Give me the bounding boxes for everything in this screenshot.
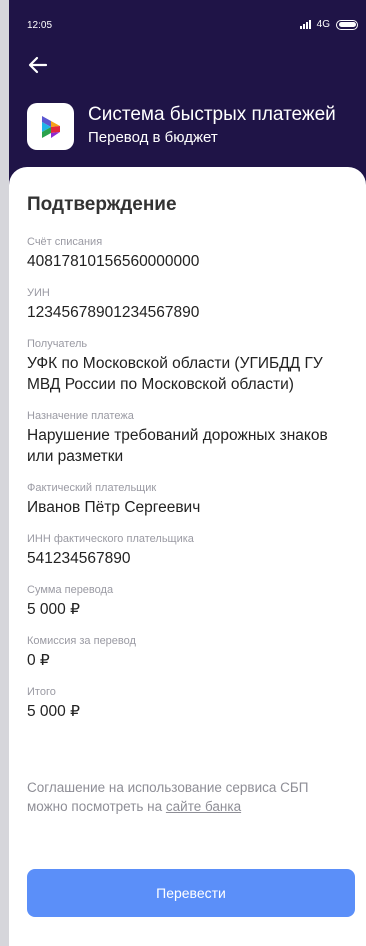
field-value: УФК по Московской области (УГИБДД ГУ МВД… <box>27 355 323 393</box>
field-value: 541234567890 <box>27 550 131 567</box>
back-arrow-icon[interactable] <box>26 53 50 77</box>
status-bar: 12:05 4G <box>9 0 366 40</box>
page-title: Система быстрых платежей <box>88 104 336 125</box>
field-debit-account: Счёт списания 40817810156560000000 <box>27 235 357 272</box>
field-value: Нарушение требований дорожных знаков или… <box>27 427 328 465</box>
signal-icon <box>299 20 311 29</box>
sbp-logo-icon <box>27 103 74 150</box>
confirmation-title: Подтверждение <box>27 194 177 215</box>
phone-screen: 12:05 4G Система быстрых платежей Перево… <box>0 0 366 946</box>
field-recipient: Получатель УФК по Московской области (УГ… <box>27 337 357 395</box>
field-label: Комиссия за перевод <box>27 635 136 647</box>
status-indicators: 4G <box>299 19 358 30</box>
field-value: 5 000 ₽ <box>27 601 80 618</box>
field-label: Получатель <box>27 338 88 350</box>
field-value: 5 000 ₽ <box>27 703 80 720</box>
agreement-note: Соглашение на использование сервиса СБП … <box>27 778 347 816</box>
field-label: УИН <box>27 287 50 299</box>
field-fee: Комиссия за перевод 0 ₽ <box>27 634 357 671</box>
field-label: Счёт списания <box>27 236 103 248</box>
field-value: 0 ₽ <box>27 652 50 669</box>
field-value: 40817810156560000000 <box>27 253 200 270</box>
details-list: Счёт списания 40817810156560000000 УИН 1… <box>27 235 357 736</box>
network-type: 4G <box>316 19 330 30</box>
status-time: 12:05 <box>27 20 53 31</box>
field-amount: Сумма перевода 5 000 ₽ <box>27 583 357 620</box>
field-value: 12345678901234567890 <box>27 304 200 321</box>
field-total: Итого 5 000 ₽ <box>27 685 357 722</box>
submit-transfer-button[interactable]: Перевести <box>27 869 355 917</box>
page-subtitle: Перевод в бюджет <box>88 129 218 146</box>
field-uin: УИН 12345678901234567890 <box>27 286 357 323</box>
field-purpose: Назначение платежа Нарушение требований … <box>27 409 357 467</box>
field-label: Сумма перевода <box>27 584 114 596</box>
field-label: Итого <box>27 686 56 698</box>
battery-icon <box>336 19 358 30</box>
confirmation-card: Подтверждение Счёт списания 408178101565… <box>9 167 366 946</box>
field-label: Фактический плательщик <box>27 482 157 494</box>
bank-site-link[interactable]: сайте банка <box>166 799 241 814</box>
field-value: Иванов Пётр Сергеевич <box>27 499 201 516</box>
field-label: Назначение платежа <box>27 410 134 422</box>
field-payer-inn: ИНН фактического плательщика 54123456789… <box>27 532 357 569</box>
field-label: ИНН фактического плательщика <box>27 533 194 545</box>
field-actual-payer: Фактический плательщик Иванов Пётр Серге… <box>27 481 357 518</box>
left-scroll-rail <box>0 0 9 946</box>
